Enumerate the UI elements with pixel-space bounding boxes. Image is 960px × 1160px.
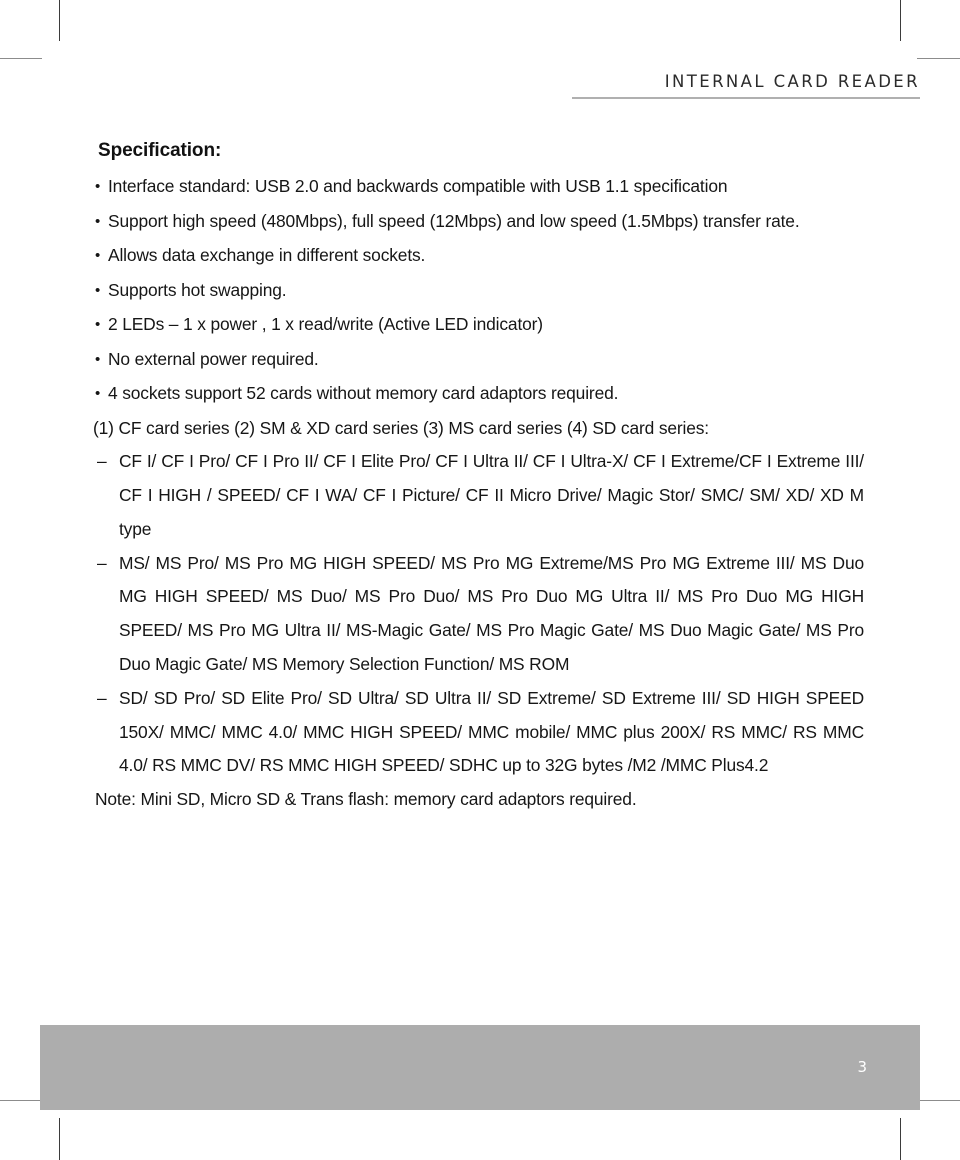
- specification-bullet-list: Interface standard: USB 2.0 and backward…: [92, 170, 864, 411]
- adaptor-note: Note: Mini SD, Micro SD & Trans flash: m…: [95, 789, 637, 810]
- card-series-list: CF I/ CF I Pro/ CF I Pro II/ CF I Elite …: [92, 445, 864, 783]
- crop-mark-bottom-right-horizontal: [917, 1100, 960, 1101]
- list-item: Interface standard: USB 2.0 and backward…: [94, 170, 864, 204]
- footer-band: 3: [40, 1025, 920, 1110]
- crop-mark-bottom-left-horizontal: [0, 1100, 42, 1101]
- crop-mark-top-right-vertical: [900, 0, 901, 41]
- crop-mark-top-right-horizontal: [917, 58, 960, 59]
- list-item: 4 sockets support 52 cards without memor…: [94, 377, 864, 411]
- list-item: CF I/ CF I Pro/ CF I Pro II/ CF I Elite …: [97, 445, 864, 546]
- list-item: Support high speed (480Mbps), full speed…: [94, 205, 864, 239]
- list-item: Supports hot swapping.: [94, 274, 864, 308]
- list-item: Allows data exchange in different socket…: [94, 239, 864, 273]
- crop-mark-bottom-left-vertical: [59, 1118, 60, 1160]
- header-divider-rule: [572, 97, 920, 99]
- header-title: INTERNAL CARD READER: [664, 72, 920, 91]
- crop-mark-top-left-vertical: [59, 0, 60, 41]
- crop-mark-top-left-horizontal: [0, 58, 42, 59]
- page-title: Specification:: [98, 140, 222, 161]
- list-item: 2 LEDs – 1 x power , 1 x read/write (Act…: [94, 308, 864, 342]
- page-content: Specification: Interface standard: USB 2…: [92, 140, 864, 817]
- document-page: { "page": { "header_title": "INTERNAL CA…: [0, 0, 960, 1160]
- list-item: MS/ MS Pro/ MS Pro MG HIGH SPEED/ MS Pro…: [97, 547, 864, 682]
- list-item: SD/ SD Pro/ SD Elite Pro/ SD Ultra/ SD U…: [97, 682, 864, 783]
- crop-mark-bottom-right-vertical: [900, 1118, 901, 1160]
- running-header: INTERNAL CARD READER: [0, 72, 920, 92]
- page-number: 3: [857, 1058, 868, 1076]
- card-series-intro: (1) CF card series (2) SM & XD card seri…: [93, 417, 709, 438]
- list-item: No external power required.: [94, 343, 864, 377]
